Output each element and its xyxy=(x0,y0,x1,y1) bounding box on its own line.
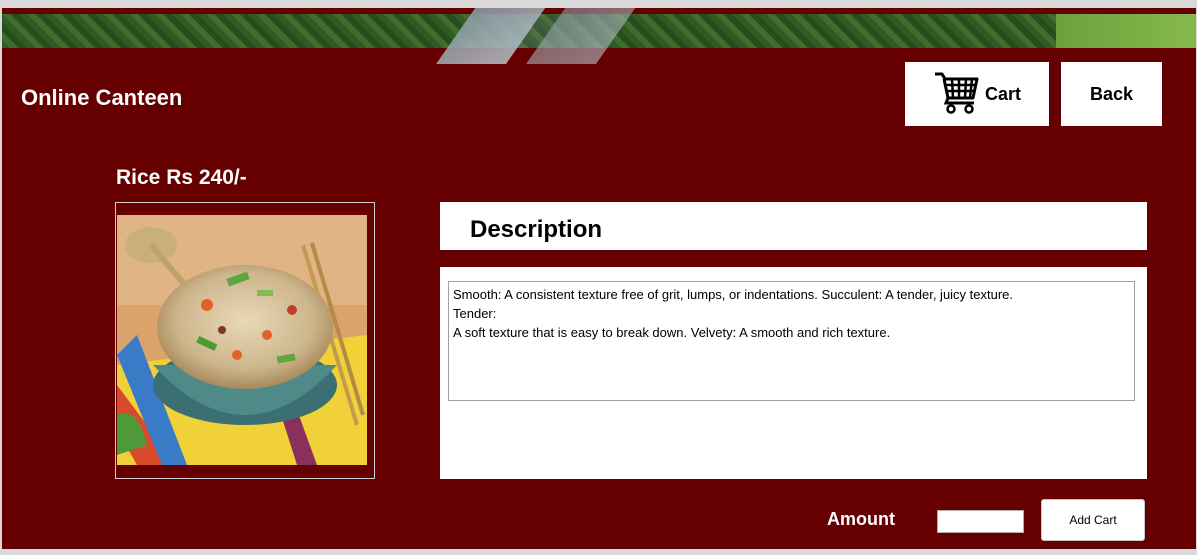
back-button[interactable]: Back xyxy=(1061,62,1162,126)
add-cart-button[interactable]: Add Cart xyxy=(1041,499,1145,541)
header-banner-image xyxy=(2,8,1196,64)
description-line: Tender: xyxy=(453,306,497,321)
banner-road-shape xyxy=(525,8,639,64)
app-window: Online Canteen Cart Back Rice Rs 240/- D… xyxy=(2,8,1196,549)
app-title: Online Canteen xyxy=(21,85,183,110)
cart-button[interactable]: Cart xyxy=(905,62,1049,126)
product-image xyxy=(117,215,367,465)
banner-field-shape xyxy=(1056,14,1196,48)
product-title: Rice Rs 240/- xyxy=(116,166,247,189)
amount-input[interactable] xyxy=(937,510,1024,533)
description-heading: Description xyxy=(470,216,603,243)
shopping-cart-icon xyxy=(933,70,979,119)
product-image-frame xyxy=(115,202,375,479)
description-panel: Smooth: A consistent texture free of gri… xyxy=(440,267,1147,479)
description-line: A soft texture that is easy to break dow… xyxy=(453,325,891,340)
description-textarea[interactable]: Smooth: A consistent texture free of gri… xyxy=(448,281,1135,401)
description-header: Description xyxy=(440,202,1147,250)
cart-button-label: Cart xyxy=(984,83,1021,104)
description-line: Smooth: A consistent texture free of gri… xyxy=(453,287,1014,302)
amount-label: Amount xyxy=(827,509,895,529)
